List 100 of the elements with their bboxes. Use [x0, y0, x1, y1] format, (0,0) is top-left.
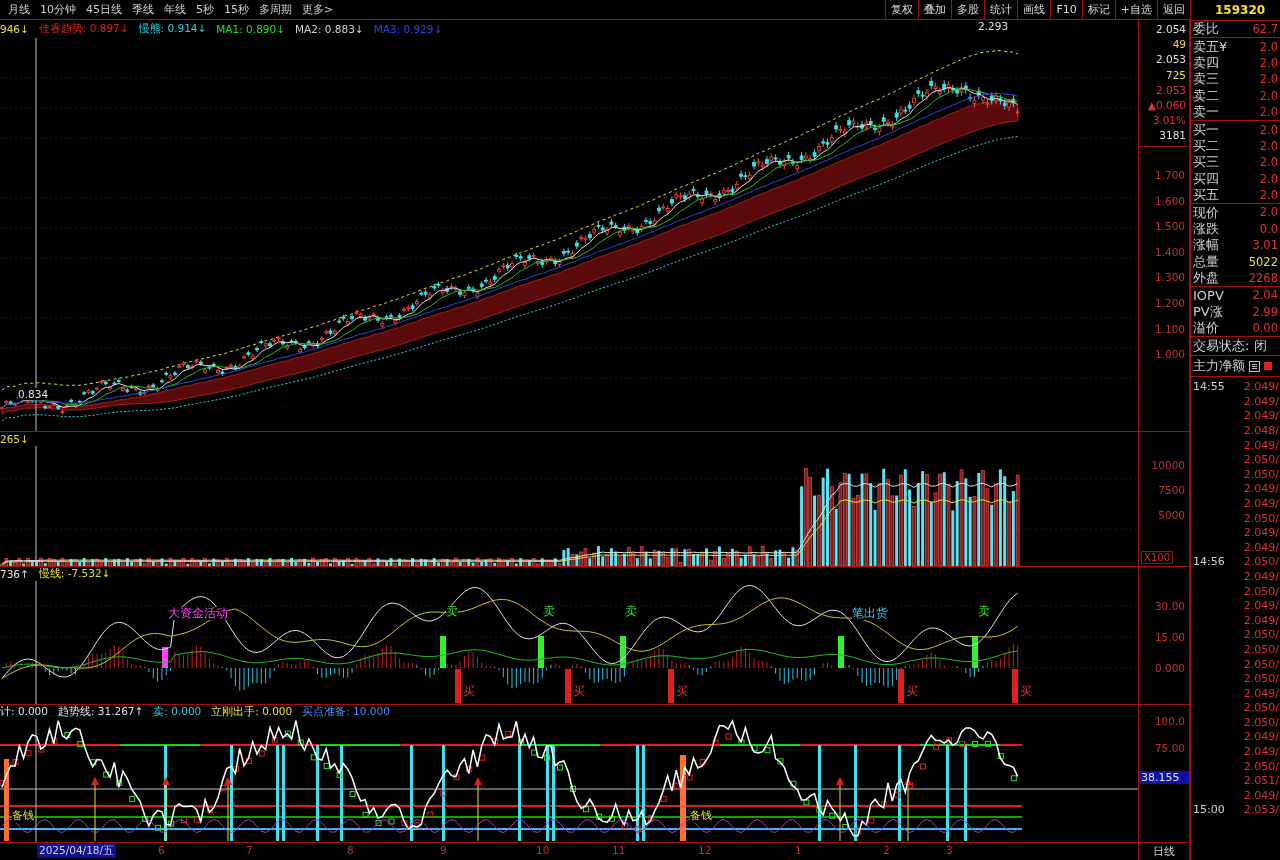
signal-bar [455, 669, 461, 703]
quote-label: 卖一 [1193, 103, 1219, 122]
axis-label: 1.600 [1154, 194, 1185, 207]
signal-bar [565, 669, 571, 703]
tick-price: 2.049/ [1243, 496, 1279, 510]
tick-price: 2.050/ [1243, 584, 1279, 598]
date-label: 6 [158, 844, 165, 856]
period-tab[interactable]: 10分钟 [40, 2, 76, 17]
high-price-label: 2.293 [978, 20, 1009, 32]
tick-price: 2.050/ [1243, 642, 1279, 656]
signal-label: 备钱 [690, 809, 712, 823]
signal-bar [440, 636, 446, 668]
axis-label: 7500 [1158, 484, 1185, 496]
indicator-value: 立刚出手: 0.000 [211, 705, 293, 719]
date-label: 2025/04/18/五 [37, 844, 117, 858]
quote-value: 2268 [1248, 271, 1279, 286]
quote-label: IOPV [1193, 287, 1224, 303]
quote-label: 委比 [1193, 20, 1219, 39]
tick-price: 2.049/ [1243, 788, 1279, 802]
low-price-label: 0.834 [18, 388, 49, 400]
signal-label: 买 [1020, 685, 1032, 698]
quote-label: 卖二 [1193, 86, 1219, 105]
signal-label: 卖 [543, 605, 555, 618]
period-tab[interactable]: 年线 [164, 2, 186, 17]
period-label: 日线 [1153, 844, 1176, 859]
indicator-value: MA2: 0.883↓ [294, 22, 364, 35]
current-value-label: 38.155 [1139, 771, 1189, 784]
tick-price: 2.053/ [1243, 803, 1279, 817]
indicator-value: 慢熊: 0.914↓ [138, 21, 207, 36]
quote-value: 2.0 [1259, 205, 1279, 220]
quote-value: 2.0 [1259, 122, 1279, 137]
indicator-value: MA3: 0.929↓ [373, 22, 443, 35]
tick-time: 14:56 [1192, 555, 1225, 569]
axis-label: 1.400 [1154, 245, 1185, 258]
axis-label: 0.000 [1154, 662, 1185, 674]
tick-price: 2.049/ [1243, 569, 1279, 583]
axis-label: 1.700 [1154, 169, 1185, 181]
signal-bar [898, 669, 904, 703]
signal-label: 卖 [625, 605, 637, 618]
quote-value: 2.04 [1252, 288, 1279, 303]
period-tab[interactable]: 月线 [8, 2, 30, 17]
date-label: 7 [246, 844, 253, 856]
indicator-value: 计: 0.000 [0, 705, 48, 719]
quote-label: 总量 [1193, 252, 1219, 271]
date-label: 2 [883, 844, 890, 856]
tick-price: 2.050/ [1243, 672, 1279, 686]
tick-price: 2.049/ [1243, 540, 1279, 554]
axis-label: 1.100 [1154, 322, 1185, 335]
tick-price: 2.049/ [1243, 526, 1279, 540]
period-tab[interactable]: 45日线 [86, 2, 122, 17]
date-label: 1 [795, 844, 802, 856]
axis-label: 30.00 [1154, 600, 1185, 612]
indicator-value: 卖: 0.000 [153, 705, 202, 719]
quote-value: 0.0 [1259, 221, 1279, 236]
volume-unit-label: X100 [1141, 551, 1173, 564]
quote-label: 涨跌 [1193, 219, 1219, 238]
period-tab[interactable]: 季线 [132, 2, 154, 17]
tick-price: 2.050/ [1243, 701, 1279, 715]
quote-label: 买五 [1193, 186, 1219, 205]
price-info-box: 2.054 49 2.053 725 2.053 ▲0.060 3.01% 3181 [1139, 20, 1189, 147]
quote-value: 62.7 [1252, 22, 1279, 37]
signal-label: 买 [906, 685, 918, 698]
tick-price: 2.050/ [1243, 467, 1279, 481]
quote-label: 买三 [1193, 153, 1219, 172]
period-tab[interactable]: 15秒 [224, 2, 249, 17]
indicator-value: 慢线: -7.532↓ [38, 567, 111, 581]
period-tab[interactable]: 5秒 [196, 2, 214, 17]
tick-price: 2.049/ [1243, 394, 1279, 408]
list-icon[interactable] [1249, 360, 1260, 372]
quote-label: 溢价 [1193, 319, 1219, 338]
square-icon [1264, 362, 1272, 371]
axis-label: 5000 [1158, 509, 1185, 521]
quote-label: 卖四 [1193, 54, 1219, 72]
quote-value: 2.0 [1259, 72, 1279, 87]
tick-price: 2.050/ [1243, 453, 1279, 467]
indicator-value: 趋势线: 31.267↑ [57, 705, 144, 719]
quote-label: 现价 [1193, 203, 1219, 222]
tick-price: 2.049/ [1243, 409, 1279, 423]
quote-label: 买四 [1193, 169, 1219, 188]
signal-label: 卖 [446, 605, 458, 618]
period-tab[interactable]: 更多> [302, 2, 334, 17]
quote-value: 2.0 [1259, 188, 1279, 203]
quote-label: 涨幅 [1193, 236, 1219, 255]
axis-label: 1.200 [1154, 297, 1185, 309]
tick-price: 2.049/ [1243, 599, 1279, 613]
indicator-value: 265↓ [0, 432, 29, 445]
quote-label: 外盘 [1193, 269, 1219, 288]
period-tab[interactable]: 多周期 [259, 2, 292, 17]
signal-bar [838, 636, 844, 668]
signal-bar [1012, 669, 1018, 703]
indicator-value: 946↓ [0, 22, 29, 35]
quote-value: 2.0 [1259, 171, 1279, 186]
signal-label: 大资金活动 [168, 607, 228, 620]
signal-label: 备钱 [12, 809, 34, 823]
tick-price: 2.050/ [1243, 628, 1279, 642]
date-label: 10 [536, 844, 550, 856]
tick-price: 2.049/ [1243, 380, 1279, 394]
quote-label: PV涨 [1193, 302, 1223, 321]
axis-label: 1.300 [1154, 271, 1185, 284]
axis-label: 1.500 [1154, 220, 1185, 233]
